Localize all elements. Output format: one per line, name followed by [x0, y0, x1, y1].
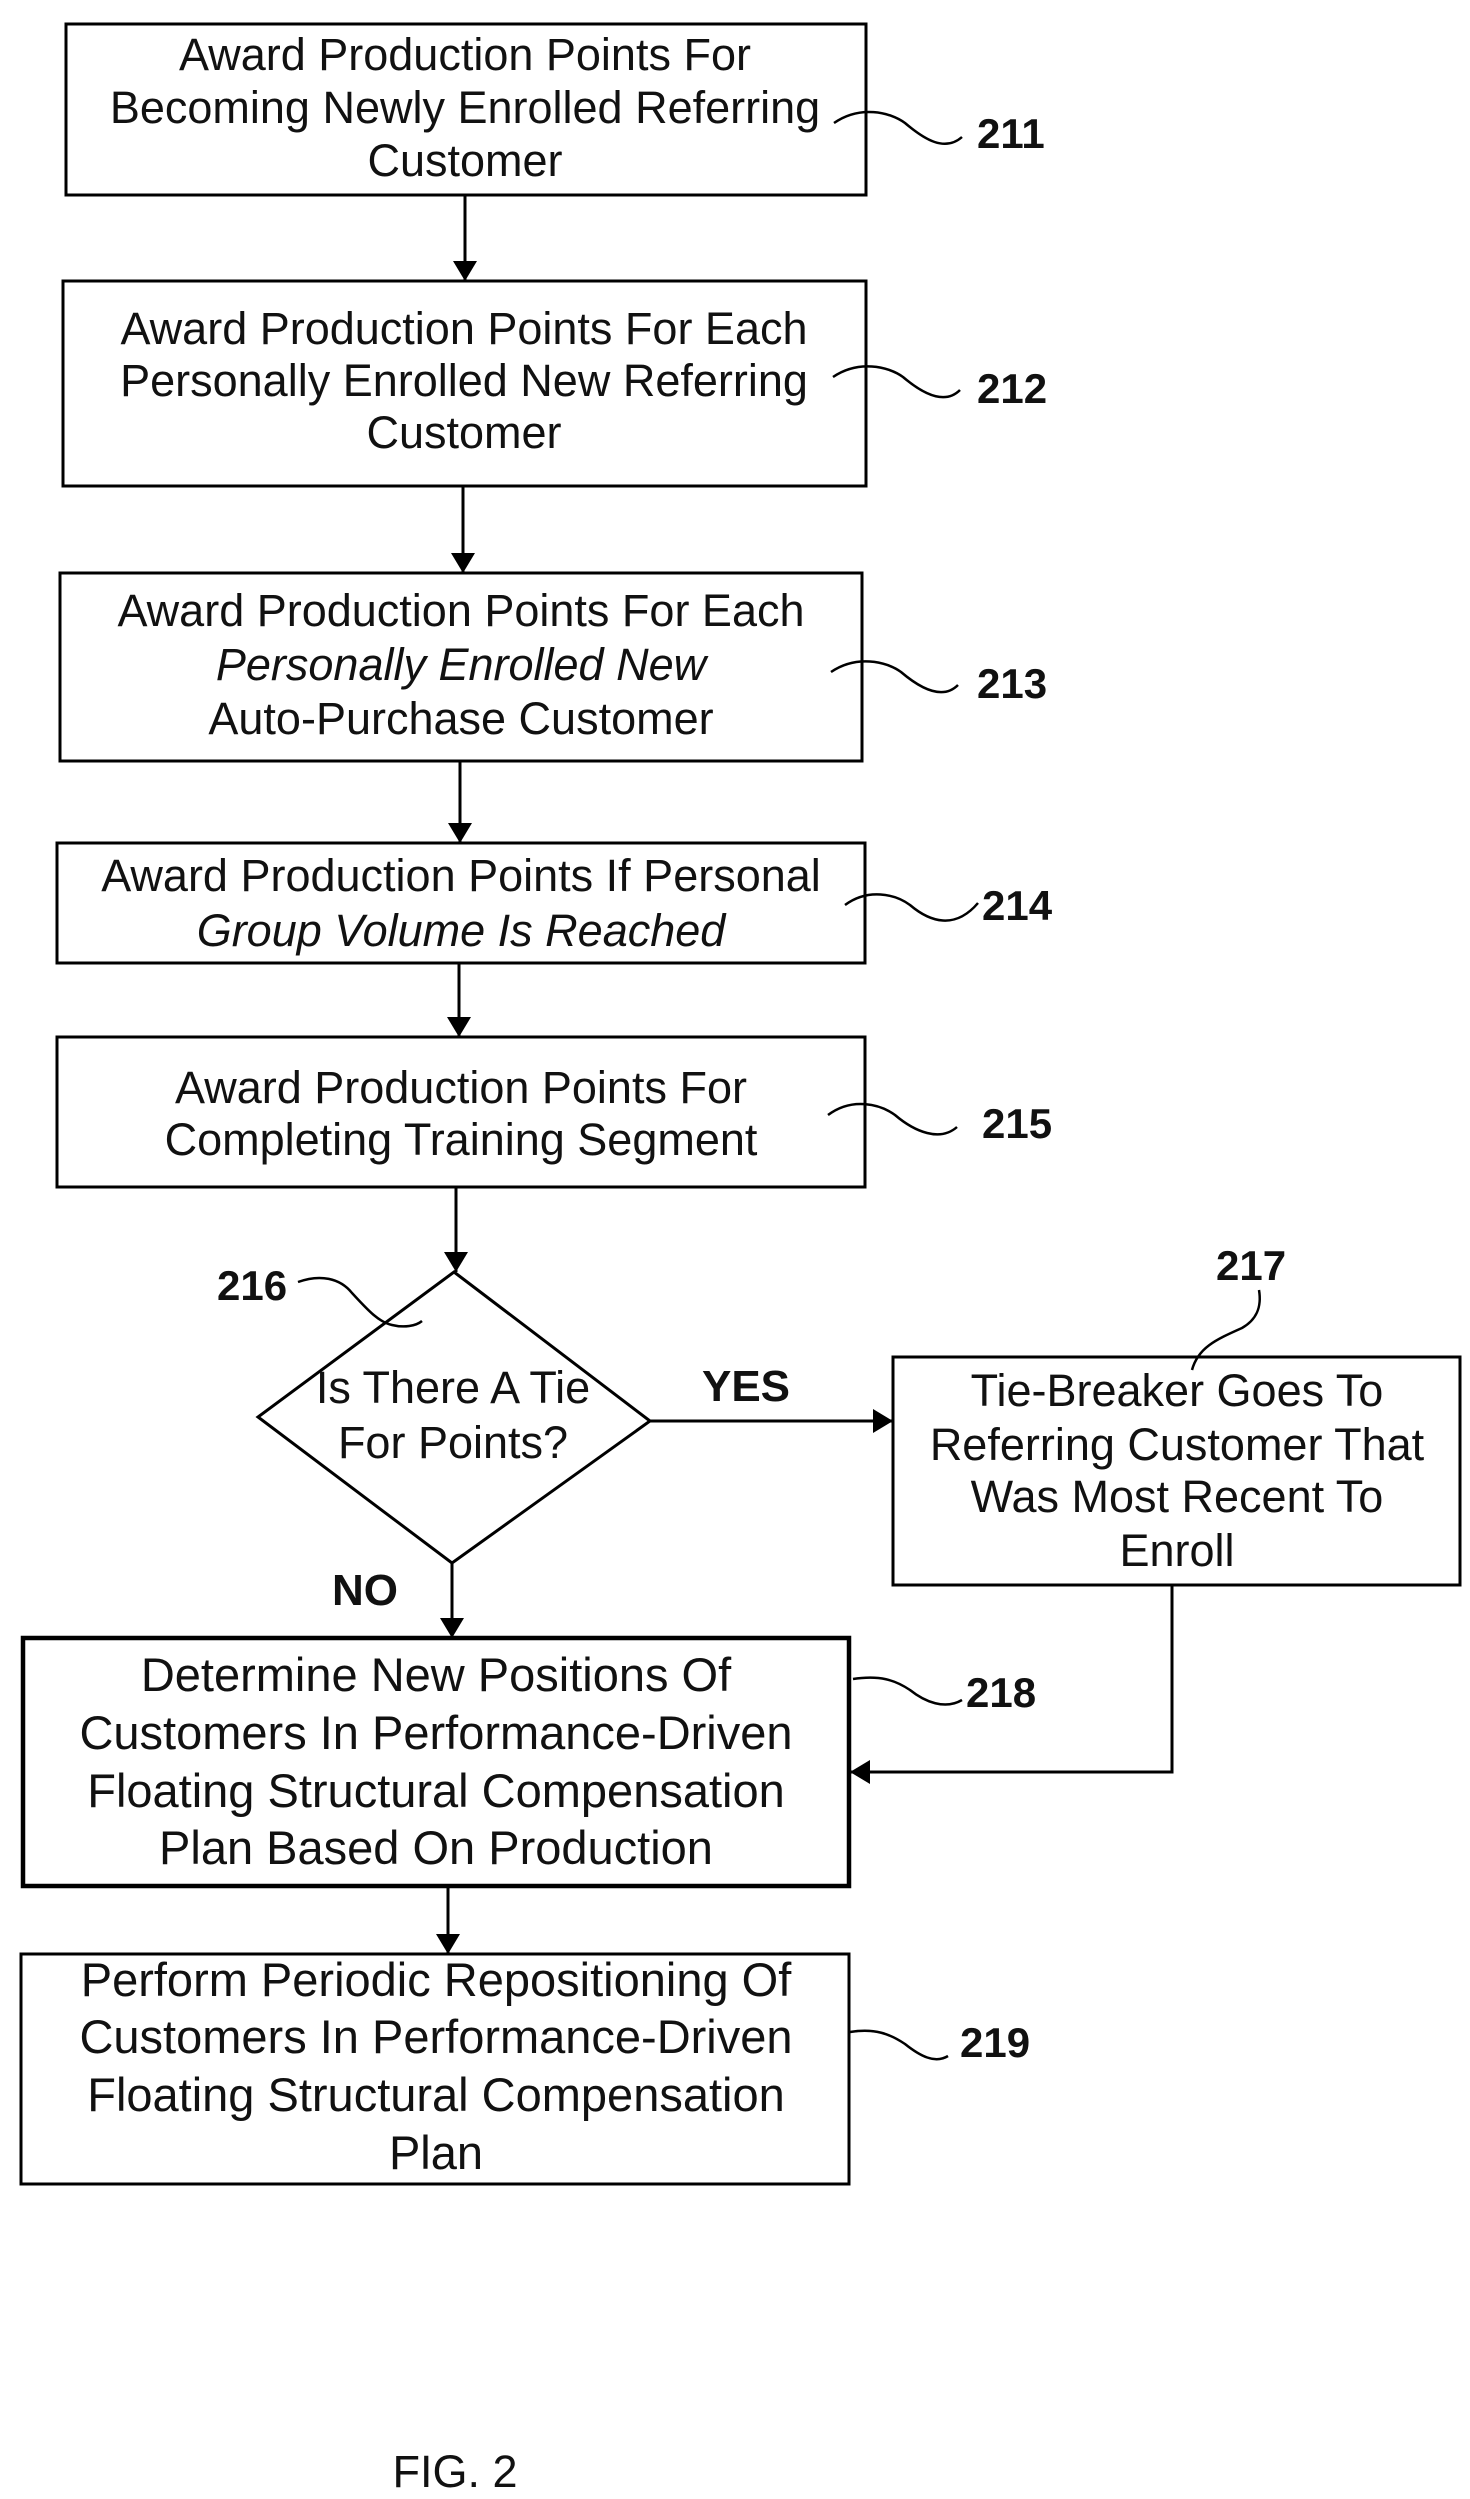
- step-212: Award Production Points For Each Persona…: [61, 279, 868, 488]
- callout-218: [852, 1676, 963, 1706]
- step-215: Award Production Points For Completing T…: [55, 1035, 867, 1189]
- step-217-line-3: Was Most Recent To: [971, 1471, 1384, 1522]
- step-212-line-1: Award Production Points For Each: [120, 303, 807, 354]
- ref-label-216: 216: [217, 1262, 287, 1309]
- step-213: Award Production Points For Each Persona…: [58, 571, 864, 763]
- step-218-line-4: Plan Based On Production: [159, 1821, 713, 1874]
- step-219-line-3: Floating Structural Compensation: [87, 2068, 785, 2121]
- ref-label-213: 213: [977, 660, 1047, 707]
- no-label: NO: [332, 1566, 398, 1615]
- step-218-line-1: Determine New Positions Of: [141, 1648, 732, 1701]
- step-213-line-3: Auto-Purchase Customer: [208, 693, 713, 744]
- step-217-line-1: Tie-Breaker Goes To: [971, 1365, 1384, 1416]
- ref-label-215: 215: [982, 1100, 1052, 1147]
- flowchart: Award Production Points For Becoming New…: [19, 22, 1462, 2497]
- step-214-line-2: Group Volume Is Reached: [197, 905, 728, 956]
- yes-label: YES: [702, 1362, 790, 1411]
- ref-label-218: 218: [966, 1669, 1036, 1716]
- decision-line-2: For Points?: [338, 1417, 568, 1468]
- step-217-line-4: Enroll: [1119, 1525, 1234, 1576]
- step-212-line-3: Customer: [366, 407, 561, 458]
- step-219-line-2: Customers In Performance-Driven: [79, 2010, 792, 2063]
- step-218-line-3: Floating Structural Compensation: [87, 1764, 785, 1817]
- decision-line-1: Is There A Tie: [316, 1362, 590, 1413]
- ref-label-214: 214: [982, 882, 1053, 929]
- step-213-line-2: Personally Enrolled New: [216, 639, 709, 690]
- step-219-line-1: Perform Periodic Repositioning Of: [81, 1953, 792, 2006]
- step-212-line-2: Personally Enrolled New Referring: [120, 355, 808, 406]
- step-214: Award Production Points If Personal Grou…: [55, 841, 867, 965]
- step-218-line-2: Customers In Performance-Driven: [79, 1706, 792, 1759]
- ref-label-212: 212: [977, 365, 1047, 412]
- step-217-line-2: Referring Customer That: [930, 1419, 1425, 1470]
- ref-label-217: 217: [1216, 1242, 1286, 1289]
- step-219-line-4: Plan: [389, 2126, 483, 2179]
- figure-caption: FIG. 2: [392, 2446, 517, 2497]
- step-214-line-1: Award Production Points If Personal: [101, 850, 821, 901]
- ref-label-219: 219: [960, 2019, 1030, 2066]
- decision-216: Is There A Tie For Points?: [255, 1270, 653, 1565]
- step-215-line-2: Completing Training Segment: [165, 1114, 758, 1165]
- step-211: Award Production Points For Becoming New…: [64, 22, 868, 197]
- callout-219: [849, 2029, 949, 2061]
- step-217: Tie-Breaker Goes To Referring Customer T…: [891, 1355, 1462, 1587]
- step-219: Perform Periodic Repositioning Of Custom…: [19, 1952, 851, 2186]
- step-211-line-2: Becoming Newly Enrolled Referring: [110, 82, 820, 133]
- step-211-line-1: Award Production Points For: [179, 29, 751, 80]
- step-218: Determine New Positions Of Customers In …: [20, 1635, 852, 1889]
- step-211-line-3: Customer: [367, 135, 562, 186]
- ref-label-211: 211: [977, 110, 1045, 157]
- step-215-line-1: Award Production Points For: [175, 1062, 747, 1113]
- step-213-line-1: Award Production Points For Each: [117, 585, 804, 636]
